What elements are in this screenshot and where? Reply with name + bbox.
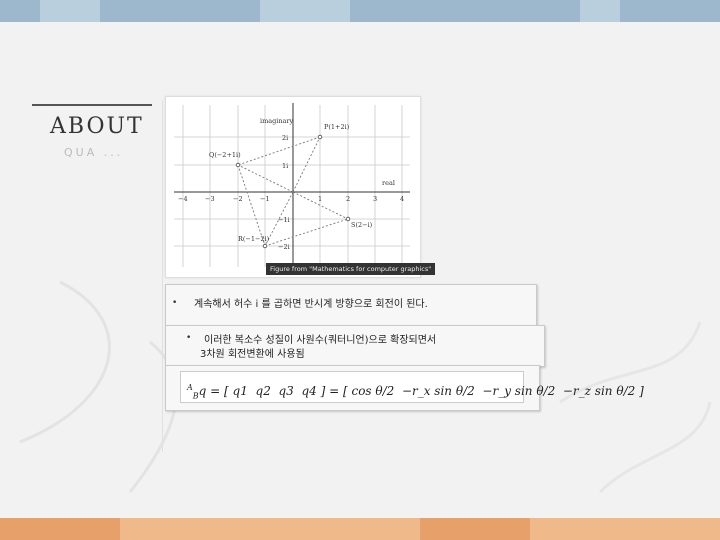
x-tick-label: −2 (233, 195, 243, 203)
x-tick-label: −1 (260, 195, 270, 203)
x-tick-label: 3 (373, 195, 377, 203)
grid (174, 105, 410, 267)
bottom-bar-segment (0, 518, 120, 540)
formula-vector-item: q2 (255, 384, 271, 398)
point-r-label: R(−1−2i) (238, 235, 270, 243)
quaternion-formula: ABq = [ q1 q2 q3 q4 ] = [ cos θ/2 −r_x s… (180, 371, 644, 403)
top-accent-bar (0, 0, 720, 22)
x-tick-label: −3 (205, 195, 215, 203)
bullet-box-rotation: • 계속해서 허수 i 를 곱하면 반시계 방향으로 회전이 된다. (165, 284, 537, 326)
complex-plane-graph: imaginary real P(1+2i) Q(−2+1i) R(−1−2i)… (174, 103, 410, 269)
formula-vector-item: q1 (232, 384, 248, 398)
x-tick-label: 2 (346, 195, 350, 203)
point-p-label: P(1+2i) (324, 123, 350, 131)
formula-term: cos θ/2 (351, 384, 395, 398)
figure-caption: Figure from "Mathematics for computer gr… (266, 263, 436, 275)
bullet-text: 계속해서 허수 i 를 곱하면 반시계 방향으로 회전이 된다. (194, 299, 428, 310)
y-tick-label: −2i (278, 243, 290, 251)
y-axis-label: imaginary (260, 117, 294, 125)
formula-term: −r_x sin θ/2 (401, 384, 475, 398)
point-q (235, 162, 241, 168)
y-tick-label: −1i (278, 216, 290, 224)
bullet-text-line1: 이러한 복소수 성질이 사원수(쿼터니언)으로 확장되면서 (204, 335, 437, 346)
formula-term: −r_y sin θ/2 (482, 384, 556, 398)
x-tick-label: −4 (178, 195, 188, 203)
point-p (317, 134, 323, 140)
bullet-dot: • (186, 333, 192, 343)
bullet-box-quaternion: • 이러한 복소수 성질이 사원수(쿼터니언)으로 확장되면서 3차원 회전변환… (165, 325, 545, 367)
top-bar-segment (580, 0, 620, 22)
section-subtitle: QUA ... (64, 146, 124, 159)
section-title: ABOUT (50, 114, 144, 139)
point-s-label: S(2−i) (351, 221, 373, 229)
bottom-bar-segment (420, 518, 530, 540)
point-q-label: Q(−2+1i) (209, 151, 241, 159)
formula-vector-item: q4 (301, 384, 317, 398)
formula-lhs: q (198, 384, 207, 398)
bullet-dot: • (172, 298, 178, 308)
y-tick-label: 2i (282, 134, 288, 142)
complex-plane-figure: imaginary real P(1+2i) Q(−2+1i) R(−1−2i)… (165, 96, 436, 278)
formula-vector-item: q3 (278, 384, 294, 398)
x-axis-label: real (382, 179, 395, 187)
formula-term: −r_z sin θ/2 (562, 384, 636, 398)
x-tick-label: 4 (400, 195, 404, 203)
vertical-divider (162, 100, 163, 452)
formula-box: ABq = [ q1 q2 q3 q4 ] = [ cos θ/2 −r_x s… (165, 365, 644, 411)
title-rule (32, 104, 152, 106)
top-bar-segment (40, 0, 100, 22)
x-tick-label: 1 (318, 195, 322, 203)
point-s (345, 216, 351, 222)
bottom-accent-bar (0, 518, 720, 540)
y-tick-label: 1i (282, 162, 288, 170)
point-r (262, 243, 268, 249)
bullet-text-line2: 3차원 회전변환에 사용됨 (200, 349, 305, 360)
top-bar-segment (260, 0, 350, 22)
